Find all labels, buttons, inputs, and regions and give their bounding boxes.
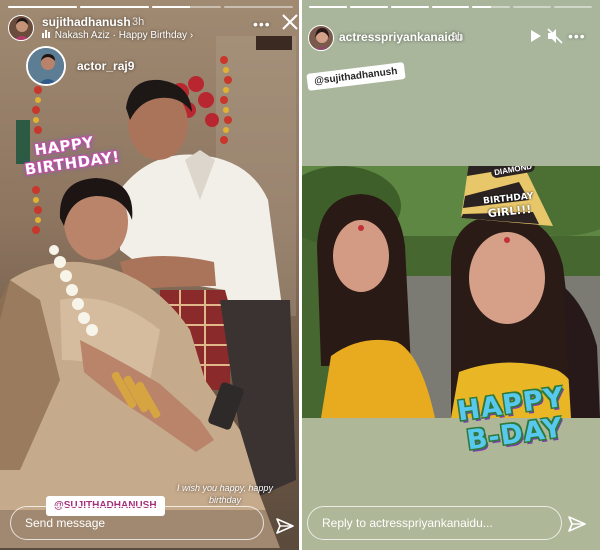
avatar[interactable] <box>8 15 34 41</box>
music-attribution[interactable]: Nakash Aziz · Happy Birthday › <box>42 30 193 41</box>
chevron-right-icon: › <box>189 30 194 41</box>
progress-segment-5 <box>472 6 492 8</box>
mute-icon[interactable] <box>547 28 563 49</box>
story-username[interactable]: sujithadhanush <box>42 15 131 29</box>
avatar-image <box>314 28 330 50</box>
music-label: Nakash Aziz · Happy Birthday <box>54 30 188 41</box>
story-timestamp: 3h <box>132 16 145 28</box>
more-horizontal-icon[interactable]: ••• <box>568 28 586 44</box>
progress-segment-3 <box>152 6 190 8</box>
progress-segment-3 <box>390 6 429 8</box>
story-username[interactable]: actresspriyankanaidu <box>339 30 462 44</box>
story-progress-bar <box>8 6 293 9</box>
music-bars-icon <box>42 30 52 41</box>
mention-username[interactable]: actor_raj9 <box>77 59 134 73</box>
progress-segment-4 <box>431 6 470 8</box>
send-icon[interactable] <box>567 514 587 534</box>
mention-avatar[interactable] <box>26 46 66 86</box>
story-header: sujithadhanush 3h Nakash Aziz · Happy Bi… <box>0 12 301 48</box>
story-left[interactable]: sujithadhanush 3h Nakash Aziz · Happy Bi… <box>0 0 301 550</box>
story-progress-bar <box>309 6 593 9</box>
close-icon[interactable] <box>281 13 299 36</box>
progress-segment-2 <box>349 6 388 8</box>
story-header: actresspriyankanaidu 9h ••• <box>301 12 600 51</box>
story-right[interactable]: DIAMOND BIRTHDAY GIRL!!! actresspriyanka… <box>301 0 600 550</box>
progress-segment-1 <box>309 6 347 8</box>
story-divider <box>299 0 302 550</box>
story-timestamp: 9h <box>451 31 464 43</box>
avatar-image <box>14 18 30 40</box>
send-message-input[interactable]: Send message <box>10 506 264 540</box>
send-icon[interactable] <box>275 516 295 536</box>
story-caption: I wish you happy, happy birthday <box>177 483 273 505</box>
story-photo: DIAMOND BIRTHDAY GIRL!!! <box>301 166 600 418</box>
reply-input[interactable]: Reply to actresspriyankanaidu... <box>307 506 562 540</box>
progress-segment-2 <box>80 6 149 8</box>
avatar[interactable] <box>308 25 334 51</box>
progress-segment-1 <box>8 6 77 8</box>
play-icon[interactable] <box>530 29 542 48</box>
more-horizontal-icon[interactable]: ••• <box>253 16 271 32</box>
